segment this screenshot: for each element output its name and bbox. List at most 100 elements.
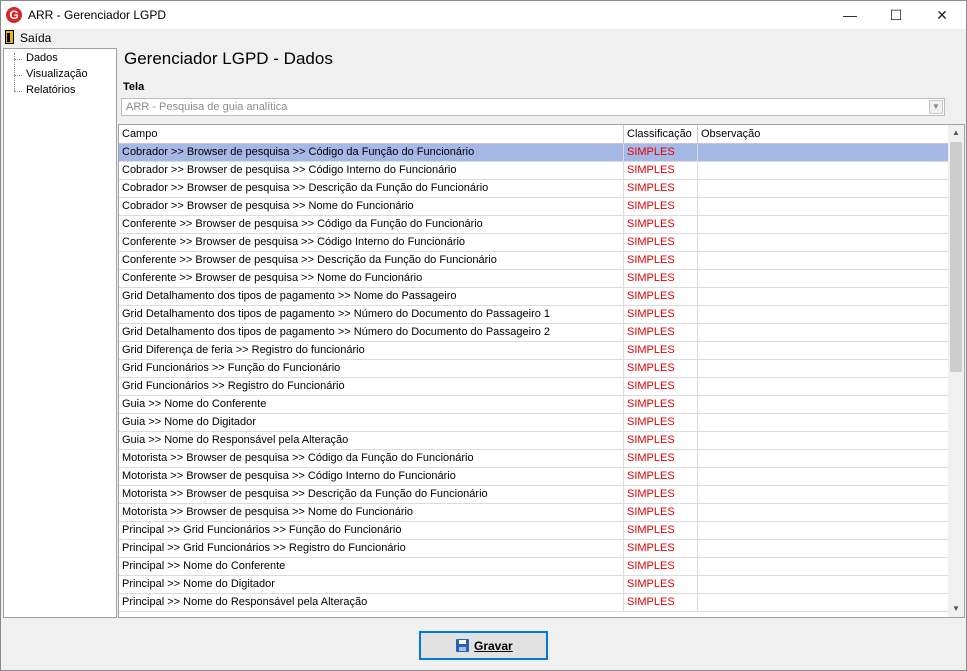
cell-campo[interactable]: Grid Funcionários >> Registro do Funcion… xyxy=(119,378,624,395)
cell-classificacao[interactable]: SIMPLES xyxy=(624,360,698,377)
cell-classificacao[interactable]: SIMPLES xyxy=(624,450,698,467)
cell-classificacao[interactable]: SIMPLES xyxy=(624,252,698,269)
cell-campo[interactable]: Grid Detalhamento dos tipos de pagamento… xyxy=(119,324,624,341)
scroll-thumb[interactable] xyxy=(950,142,962,372)
title-bar[interactable]: G ARR - Gerenciador LGPD — ☐ ✕ xyxy=(1,1,966,29)
maximize-icon[interactable]: ☐ xyxy=(873,1,919,29)
cell-observacao[interactable] xyxy=(698,504,949,521)
cell-classificacao[interactable]: SIMPLES xyxy=(624,342,698,359)
table-row[interactable]: Guia >> Nome do Responsável pela Alteraç… xyxy=(119,432,949,450)
cell-classificacao[interactable]: SIMPLES xyxy=(624,594,698,611)
cell-classificacao[interactable]: SIMPLES xyxy=(624,378,698,395)
scroll-down-icon[interactable]: ▼ xyxy=(948,601,964,617)
table-row[interactable]: Principal >> Grid Funcionários >> Função… xyxy=(119,522,949,540)
cell-classificacao[interactable]: SIMPLES xyxy=(624,576,698,593)
tree-item-relatorios[interactable]: Relatórios xyxy=(26,84,76,96)
column-header-classificacao[interactable]: Classificação xyxy=(624,125,698,143)
cell-campo[interactable]: Guia >> Nome do Responsável pela Alteraç… xyxy=(119,432,624,449)
cell-classificacao[interactable]: SIMPLES xyxy=(624,324,698,341)
cell-observacao[interactable] xyxy=(698,450,949,467)
cell-campo[interactable]: Motorista >> Browser de pesquisa >> Códi… xyxy=(119,450,624,467)
cell-campo[interactable]: Guia >> Nome do Conferente xyxy=(119,396,624,413)
vertical-scrollbar[interactable]: ▲ ▼ xyxy=(948,125,964,617)
cell-campo[interactable]: Conferente >> Browser de pesquisa >> Des… xyxy=(119,252,624,269)
cell-classificacao[interactable]: SIMPLES xyxy=(624,396,698,413)
cell-campo[interactable]: Conferente >> Browser de pesquisa >> Nom… xyxy=(119,270,624,287)
tree-item-dados[interactable]: Dados xyxy=(26,52,58,64)
cell-observacao[interactable] xyxy=(698,594,949,611)
cell-observacao[interactable] xyxy=(698,144,949,161)
cell-classificacao[interactable]: SIMPLES xyxy=(624,270,698,287)
cell-campo[interactable]: Motorista >> Browser de pesquisa >> Nome… xyxy=(119,504,624,521)
cell-observacao[interactable] xyxy=(698,576,949,593)
column-header-campo[interactable]: Campo xyxy=(119,125,624,143)
cell-observacao[interactable] xyxy=(698,378,949,395)
cell-campo[interactable]: Conferente >> Browser de pesquisa >> Cód… xyxy=(119,216,624,233)
cell-classificacao[interactable]: SIMPLES xyxy=(624,144,698,161)
cell-classificacao[interactable]: SIMPLES xyxy=(624,468,698,485)
cell-campo[interactable]: Cobrador >> Browser de pesquisa >> Códig… xyxy=(119,144,624,161)
cell-campo[interactable]: Cobrador >> Browser de pesquisa >> Nome … xyxy=(119,198,624,215)
cell-classificacao[interactable]: SIMPLES xyxy=(624,288,698,305)
chevron-down-icon[interactable]: ▼ xyxy=(929,100,943,114)
cell-classificacao[interactable]: SIMPLES xyxy=(624,162,698,179)
cell-observacao[interactable] xyxy=(698,486,949,503)
cell-campo[interactable]: Guia >> Nome do Digitador xyxy=(119,414,624,431)
table-row[interactable]: Cobrador >> Browser de pesquisa >> Descr… xyxy=(119,180,949,198)
table-row[interactable]: Conferente >> Browser de pesquisa >> Nom… xyxy=(119,270,949,288)
cell-observacao[interactable] xyxy=(698,288,949,305)
cell-observacao[interactable] xyxy=(698,360,949,377)
tela-select[interactable]: ARR - Pesquisa de guia analítica ▼ xyxy=(121,98,945,116)
table-row[interactable]: Principal >> Nome do Responsável pela Al… xyxy=(119,594,949,612)
cell-observacao[interactable] xyxy=(698,558,949,575)
table-row[interactable]: Guia >> Nome do Conferente SIMPLES xyxy=(119,396,949,414)
cell-observacao[interactable] xyxy=(698,540,949,557)
cell-classificacao[interactable]: SIMPLES xyxy=(624,504,698,521)
table-row[interactable]: Cobrador >> Browser de pesquisa >> Códig… xyxy=(119,144,949,162)
scroll-up-icon[interactable]: ▲ xyxy=(948,125,964,141)
cell-observacao[interactable] xyxy=(698,252,949,269)
cell-classificacao[interactable]: SIMPLES xyxy=(624,216,698,233)
cell-observacao[interactable] xyxy=(698,522,949,539)
cell-observacao[interactable] xyxy=(698,234,949,251)
cell-observacao[interactable] xyxy=(698,396,949,413)
exit-door-icon[interactable] xyxy=(5,30,14,44)
table-row[interactable]: Motorista >> Browser de pesquisa >> Nome… xyxy=(119,504,949,522)
table-row[interactable]: Guia >> Nome do Digitador SIMPLES xyxy=(119,414,949,432)
cell-observacao[interactable] xyxy=(698,216,949,233)
cell-classificacao[interactable]: SIMPLES xyxy=(624,486,698,503)
cell-observacao[interactable] xyxy=(698,180,949,197)
cell-campo[interactable]: Motorista >> Browser de pesquisa >> Desc… xyxy=(119,486,624,503)
cell-observacao[interactable] xyxy=(698,432,949,449)
table-row[interactable]: Conferente >> Browser de pesquisa >> Cód… xyxy=(119,216,949,234)
cell-classificacao[interactable]: SIMPLES xyxy=(624,540,698,557)
cell-campo[interactable]: Principal >> Grid Funcionários >> Função… xyxy=(119,522,624,539)
table-row[interactable]: Motorista >> Browser de pesquisa >> Desc… xyxy=(119,486,949,504)
table-row[interactable]: Grid Detalhamento dos tipos de pagamento… xyxy=(119,306,949,324)
cell-observacao[interactable] xyxy=(698,198,949,215)
table-row[interactable]: Cobrador >> Browser de pesquisa >> Códig… xyxy=(119,162,949,180)
table-row[interactable]: Motorista >> Browser de pesquisa >> Códi… xyxy=(119,450,949,468)
cell-classificacao[interactable]: SIMPLES xyxy=(624,414,698,431)
cell-observacao[interactable] xyxy=(698,306,949,323)
table-row[interactable]: Principal >> Grid Funcionários >> Regist… xyxy=(119,540,949,558)
cell-observacao[interactable] xyxy=(698,342,949,359)
table-row[interactable]: Principal >> Nome do Conferente SIMPLES xyxy=(119,558,949,576)
save-button[interactable]: Gravar xyxy=(419,631,548,660)
cell-observacao[interactable] xyxy=(698,162,949,179)
cell-classificacao[interactable]: SIMPLES xyxy=(624,432,698,449)
cell-campo[interactable]: Grid Detalhamento dos tipos de pagamento… xyxy=(119,288,624,305)
table-row[interactable]: Grid Funcionários >> Registro do Funcion… xyxy=(119,378,949,396)
table-row[interactable]: Grid Diferença de feria >> Registro do f… xyxy=(119,342,949,360)
cell-campo[interactable]: Grid Detalhamento dos tipos de pagamento… xyxy=(119,306,624,323)
cell-campo[interactable]: Conferente >> Browser de pesquisa >> Cód… xyxy=(119,234,624,251)
cell-campo[interactable]: Grid Funcionários >> Função do Funcionár… xyxy=(119,360,624,377)
cell-observacao[interactable] xyxy=(698,468,949,485)
cell-observacao[interactable] xyxy=(698,414,949,431)
cell-classificacao[interactable]: SIMPLES xyxy=(624,234,698,251)
table-row[interactable]: Grid Detalhamento dos tipos de pagamento… xyxy=(119,288,949,306)
cell-campo[interactable]: Motorista >> Browser de pesquisa >> Códi… xyxy=(119,468,624,485)
cell-campo[interactable]: Principal >> Nome do Conferente xyxy=(119,558,624,575)
cell-classificacao[interactable]: SIMPLES xyxy=(624,306,698,323)
table-row[interactable]: Cobrador >> Browser de pesquisa >> Nome … xyxy=(119,198,949,216)
